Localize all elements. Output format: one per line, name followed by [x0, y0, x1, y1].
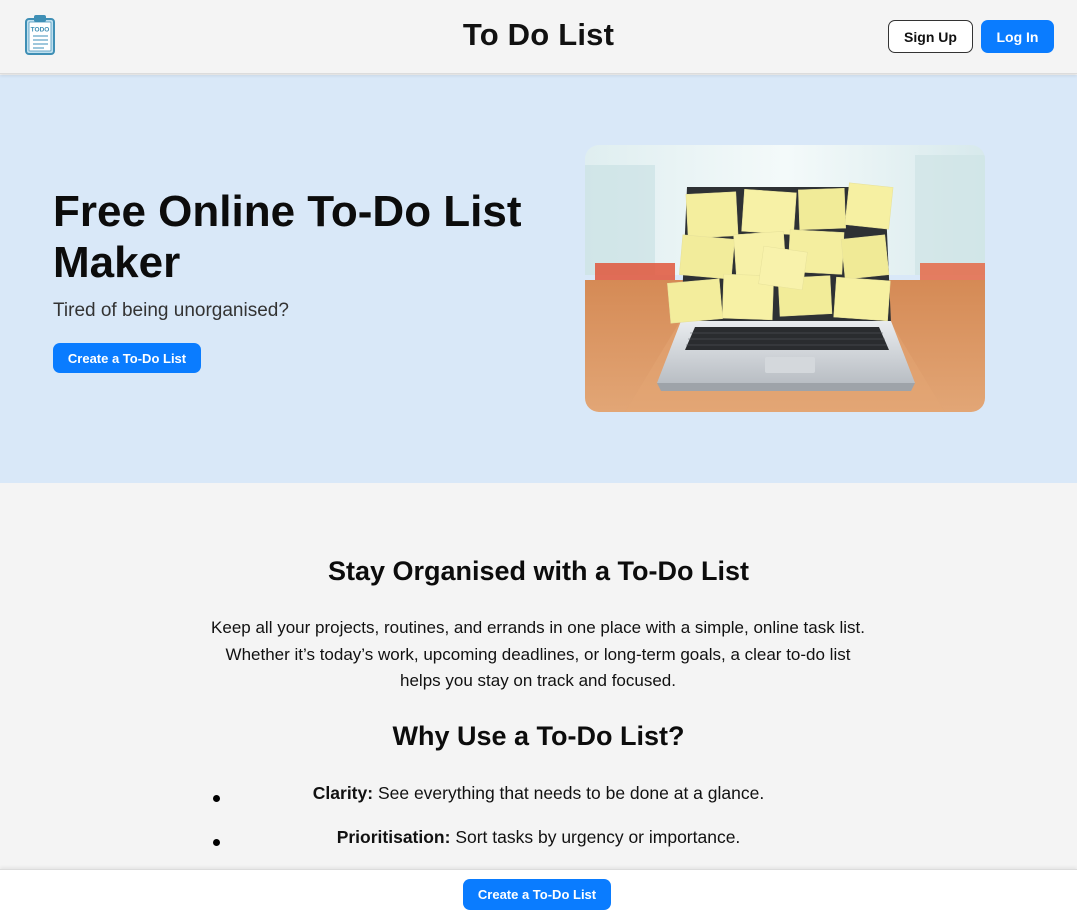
list-item: Prioritisation: Sort tasks by urgency or…: [0, 827, 1077, 848]
sticky-footer: Create a To-Do List: [0, 869, 1077, 914]
section-title-stay-organised: Stay Organised with a To-Do List: [327, 556, 750, 586]
reason-term: Prioritisation:: [336, 827, 451, 847]
footer-create-todo-list-button[interactable]: Create a To-Do List: [463, 879, 611, 910]
section-intro-text: Keep all your projects, routines, and er…: [211, 618, 865, 690]
section-title-why-use: Why Use a To-Do List?: [392, 721, 685, 751]
hero-subtitle: Tired of being unorganised?: [53, 300, 289, 321]
list-item: Clarity: See everything that needs to be…: [0, 783, 1077, 804]
reason-term: Clarity:: [312, 783, 374, 803]
main-content: Stay Organised with a To-Do List Keep al…: [0, 483, 1077, 914]
clipboard-todo-icon[interactable]: TODO: [24, 14, 56, 56]
create-todo-list-button[interactable]: Create a To-Do List: [53, 343, 201, 373]
hero-section: Free Online To-Do List Maker Tired of be…: [0, 75, 1077, 483]
sign-up-button[interactable]: Sign Up: [888, 20, 973, 53]
reason-text: See everything that needs to be done at …: [373, 783, 765, 803]
site-header: TODO To Do List Sign Up Log In: [0, 0, 1077, 74]
logo-text: TODO: [31, 27, 50, 34]
reason-text: Sort tasks by urgency or importance.: [450, 827, 741, 847]
laptop-sticky-notes-image: [585, 145, 985, 412]
log-in-button[interactable]: Log In: [981, 20, 1054, 53]
hero-title: Free Online To-Do List Maker: [53, 187, 522, 287]
